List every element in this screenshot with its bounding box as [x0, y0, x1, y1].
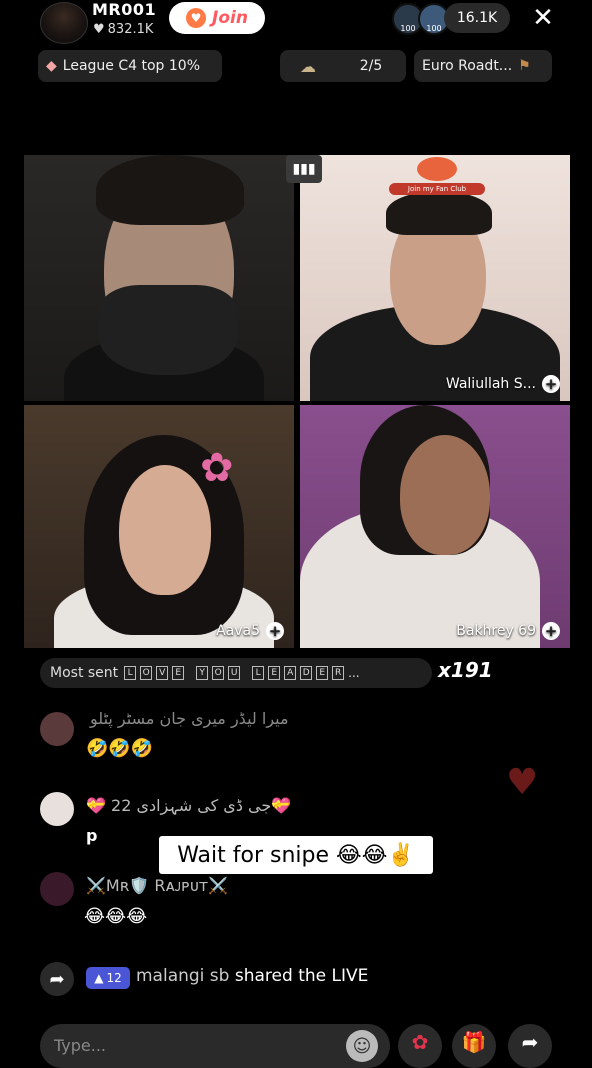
coin-icon: ☁: [300, 56, 316, 76]
goal-progress-pill[interactable]: ☁ 2/5: [280, 50, 406, 82]
guest-video-tile-3[interactable]: Bakhrey 69 +: [300, 405, 570, 648]
plus-icon[interactable]: +: [542, 375, 560, 393]
face-mask: [98, 285, 238, 375]
level-badge: ▲ 12: [86, 967, 130, 989]
share-event: malangi sb shared the LIVE: [136, 966, 368, 986]
goal-progress: 2/5: [359, 58, 383, 74]
heart-plus-icon: ♥: [186, 8, 207, 28]
diamond-icon: ◆: [46, 58, 57, 74]
guest-name: Aava5: [216, 623, 260, 639]
comment-avatar[interactable]: [40, 872, 74, 906]
comment-text: 💝جی ڈی کی شہزادی 22 💝: [86, 796, 292, 815]
share-user[interactable]: malangi sb: [136, 966, 229, 986]
join-label: Join: [212, 8, 248, 28]
host-video-tile[interactable]: [24, 155, 294, 401]
gift-count: x191: [438, 658, 493, 682]
plus-icon[interactable]: +: [542, 622, 560, 640]
guest-label: Bakhrey 69 +: [456, 622, 560, 640]
league-label: League C4 top 10%: [62, 58, 200, 74]
comment-sub: p: [86, 826, 98, 845]
audio-bars-icon[interactable]: ▮▮▮: [286, 155, 322, 183]
flower-filter: ✿: [200, 445, 234, 491]
heart-icon: ♥: [93, 22, 105, 37]
close-icon[interactable]: ✕: [528, 2, 558, 34]
gift-icon[interactable]: 🎁: [452, 1024, 496, 1068]
comment-sub: 🤣🤣🤣: [86, 738, 154, 759]
host-avatar[interactable]: [40, 2, 88, 44]
rose-gift-icon[interactable]: ✿: [398, 1024, 442, 1068]
comment-sub: 😂😂😂: [84, 906, 148, 927]
comment-text: میرا لیڈر میری جان مسٹر پٹلو: [90, 709, 289, 728]
guest-video-tile-2[interactable]: ✿ Aava5 +: [24, 405, 294, 648]
host-likes-count: 832.1K: [107, 22, 154, 37]
host-likes: ♥ 832.1K: [93, 22, 153, 37]
floating-heart-icon: ♥: [506, 762, 539, 803]
level-triangle-icon: ▲: [94, 971, 104, 985]
guest-label: Waliullah S... +: [446, 375, 560, 393]
comment-avatar[interactable]: [40, 712, 74, 746]
fan-club-badge[interactable]: Join my Fan Club: [382, 157, 492, 197]
guest-video-tile-1[interactable]: Join my Fan Club Waliullah S... +: [300, 155, 570, 401]
comment-avatar[interactable]: [40, 792, 74, 826]
viewer-count[interactable]: 16.1K: [444, 3, 510, 33]
comment-input[interactable]: Type...: [40, 1024, 390, 1068]
roadtrip-pill[interactable]: Euro Roadt... ⚑: [414, 50, 552, 82]
join-button[interactable]: ♥ Join: [169, 2, 265, 34]
plus-icon[interactable]: +: [266, 622, 284, 640]
share-icon: ➦: [40, 962, 74, 996]
emoji-icon[interactable]: ☺: [346, 1030, 378, 1062]
gift-bar-prefix: Most sent: [50, 665, 119, 681]
roadtrip-label: Euro Roadt...: [422, 58, 513, 74]
league-pill[interactable]: ◆ League C4 top 10%: [38, 50, 222, 82]
forward-icon[interactable]: ➦: [508, 1024, 552, 1068]
signpost-icon: ⚑: [518, 58, 531, 74]
most-sent-gift-bar[interactable]: Most sent L O V E Y O U L E A D E R ...: [40, 658, 432, 688]
video-grid: Join my Fan Club Waliullah S... + ✿ Aava…: [24, 155, 570, 648]
video-caption: Wait for snipe 😂😂✌️: [159, 836, 433, 874]
guest-name: Bakhrey 69: [456, 623, 536, 639]
guest-name: Waliullah S...: [445, 376, 536, 392]
share-action: shared the LIVE: [234, 966, 369, 986]
comment-text: ⚔️Mʀ🛡️ Rᴀᴊᴘᴜᴛ⚔️: [86, 876, 229, 895]
host-name[interactable]: MR001: [92, 0, 156, 19]
gift-letters: L O V E Y O U L E A D E R ...: [124, 666, 360, 680]
guest-label: Aava5 +: [216, 622, 284, 640]
